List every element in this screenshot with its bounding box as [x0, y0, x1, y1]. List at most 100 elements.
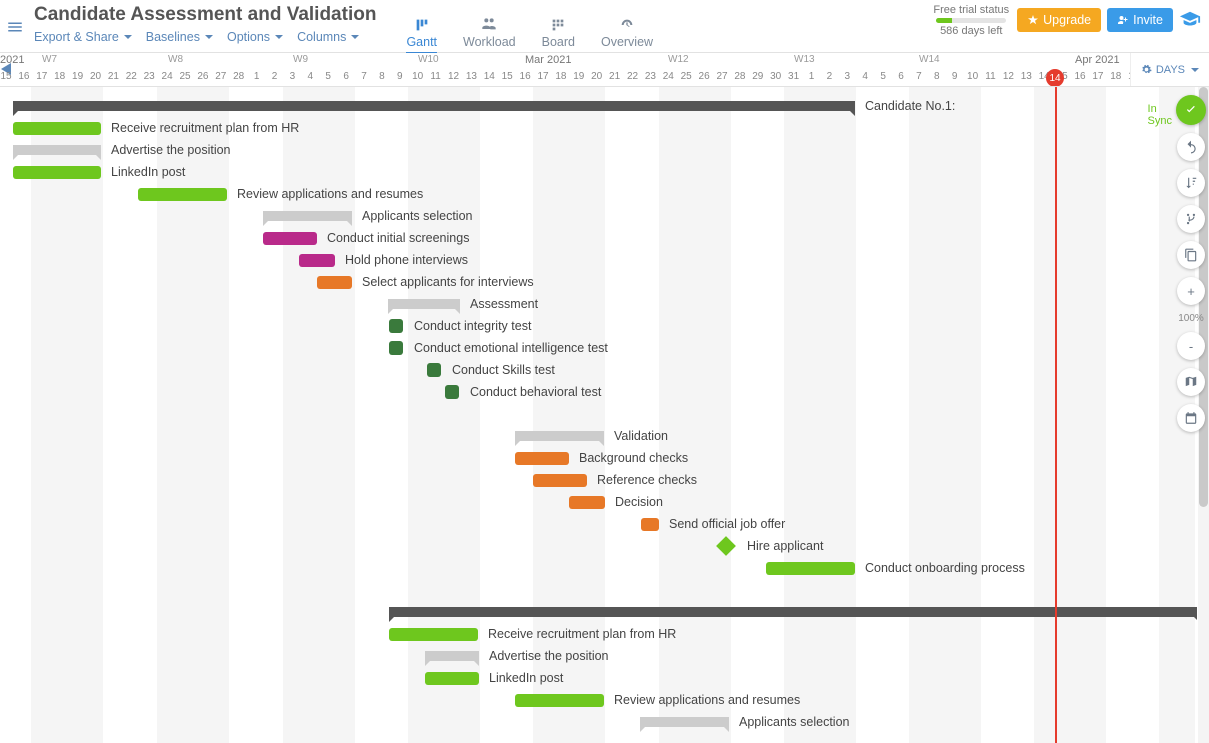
task-bar[interactable] [13, 166, 101, 179]
task-row[interactable]: Decision [13, 491, 1197, 513]
task-row[interactable]: Receive recruitment plan from HR [13, 117, 1197, 139]
task-label: Assessment [470, 297, 538, 311]
task-row[interactable]: Send official job offer [13, 513, 1197, 535]
task-row[interactable]: Background checks [13, 447, 1197, 469]
month-label: Apr 2021 [1075, 54, 1120, 66]
task-row[interactable]: Applicants selection [13, 711, 1197, 733]
task-label: Hold phone interviews [345, 253, 468, 267]
task-row[interactable]: LinkedIn post [13, 667, 1197, 689]
day-cell: 28 [230, 71, 248, 82]
sort-button[interactable] [1177, 169, 1205, 197]
branch-button[interactable] [1177, 205, 1205, 233]
task-bar[interactable] [425, 651, 479, 661]
task-row[interactable]: Review applications and resumes [13, 689, 1197, 711]
task-bar[interactable] [427, 363, 441, 377]
task-row[interactable]: Candidate No.1: [13, 95, 1197, 117]
month-label: Mar 2021 [525, 54, 571, 66]
day-cell: 13 [462, 71, 480, 82]
task-bar[interactable] [569, 496, 605, 509]
task-row[interactable]: Conduct initial screenings [13, 227, 1197, 249]
view-tab-gantt[interactable]: Gantt [406, 17, 437, 53]
task-row[interactable]: LinkedIn post [13, 161, 1197, 183]
task-bar[interactable] [13, 101, 855, 111]
undo-button[interactable] [1177, 133, 1205, 161]
task-bar[interactable] [445, 385, 459, 399]
task-bar[interactable] [299, 254, 335, 267]
task-bar[interactable] [533, 474, 587, 487]
task-bar[interactable] [425, 672, 479, 685]
task-label: Send official job offer [669, 517, 785, 531]
trial-status-label: Free trial status [933, 4, 1009, 16]
task-row[interactable]: Review applications and resumes [13, 183, 1197, 205]
task-bar[interactable] [515, 694, 604, 707]
task-row[interactable]: Conduct Skills test [13, 359, 1197, 381]
task-bar[interactable] [716, 536, 736, 556]
day-cell: 27 [212, 71, 230, 82]
menu-export-share[interactable]: Export & Share [34, 30, 132, 44]
task-bar[interactable] [388, 299, 460, 309]
task-bar[interactable] [766, 562, 855, 575]
minimap-button[interactable] [1177, 368, 1205, 396]
week-label: W7 [42, 54, 57, 65]
task-label: Hire applicant [747, 539, 823, 553]
hamburger-icon [6, 18, 24, 36]
task-bar[interactable] [13, 145, 101, 155]
zoom-in-button[interactable]: + [1177, 277, 1205, 305]
day-cell: 18 [552, 71, 570, 82]
task-row[interactable]: Advertise the position [13, 139, 1197, 161]
task-bar[interactable] [389, 319, 403, 333]
timescale-button[interactable]: DAYS [1130, 53, 1209, 86]
task-row[interactable]: Receive recruitment plan from HR [13, 623, 1197, 645]
task-bar[interactable] [13, 122, 101, 135]
task-row[interactable]: Select applicants for interviews [13, 271, 1197, 293]
day-cell: 12 [999, 71, 1017, 82]
sync-status-button[interactable] [1176, 95, 1206, 125]
day-cell: 6 [337, 71, 355, 82]
view-tab-workload[interactable]: Workload [463, 17, 516, 53]
task-row[interactable]: Conduct emotional intelligence test [13, 337, 1197, 359]
main-menu-button[interactable] [0, 0, 30, 53]
day-cell: 11 [427, 71, 445, 82]
menu-columns[interactable]: Columns [297, 30, 359, 44]
task-row[interactable]: Hire applicant [13, 535, 1197, 557]
task-row[interactable]: Validation [13, 425, 1197, 447]
task-bar[interactable] [389, 341, 403, 355]
task-row[interactable]: Conduct integrity test [13, 315, 1197, 337]
task-row[interactable]: Advertise the position [13, 645, 1197, 667]
copy-button[interactable] [1177, 241, 1205, 269]
task-bar[interactable] [263, 211, 352, 221]
task-label: Candidate No.1: [865, 99, 955, 113]
upgrade-button[interactable]: Upgrade [1017, 8, 1101, 32]
gantt-chart[interactable]: Candidate No.1: Receive recruitment plan … [13, 87, 1197, 743]
day-cell: 4 [301, 71, 319, 82]
task-row[interactable]: Assessment [13, 293, 1197, 315]
task-bar[interactable] [138, 188, 227, 201]
task-bar[interactable] [515, 452, 569, 465]
view-tab-overview[interactable]: Overview [601, 17, 653, 53]
task-bar[interactable] [263, 232, 317, 245]
task-row[interactable]: Applicants selection [13, 205, 1197, 227]
zoom-out-button[interactable]: - [1177, 332, 1205, 360]
task-bar[interactable] [389, 607, 1197, 617]
task-row[interactable]: Conduct onboarding process [13, 557, 1197, 579]
task-bar[interactable] [641, 518, 659, 531]
task-row[interactable]: Reference checks [13, 469, 1197, 491]
task-bar[interactable] [640, 717, 729, 727]
invite-button[interactable]: Invite [1107, 8, 1173, 32]
menu-baselines[interactable]: Baselines [146, 30, 213, 44]
calendar-button[interactable] [1177, 404, 1205, 432]
task-bar[interactable] [515, 431, 604, 441]
task-row[interactable]: Conduct behavioral test [13, 381, 1197, 403]
task-row[interactable]: Hold phone interviews [13, 249, 1197, 271]
task-bar[interactable] [317, 276, 352, 289]
menu-options[interactable]: Options [227, 30, 283, 44]
view-tab-board[interactable]: Board [542, 17, 575, 53]
task-row[interactable] [13, 601, 1197, 623]
sub-toolbar: Export & Share Baselines Options Columns [34, 30, 376, 44]
copy-icon [1184, 248, 1198, 262]
day-cell: 21 [104, 71, 122, 82]
task-label: Applicants selection [362, 209, 472, 223]
task-bar[interactable] [389, 628, 478, 641]
day-cell: 26 [695, 71, 713, 82]
help-icon[interactable] [1179, 9, 1201, 31]
